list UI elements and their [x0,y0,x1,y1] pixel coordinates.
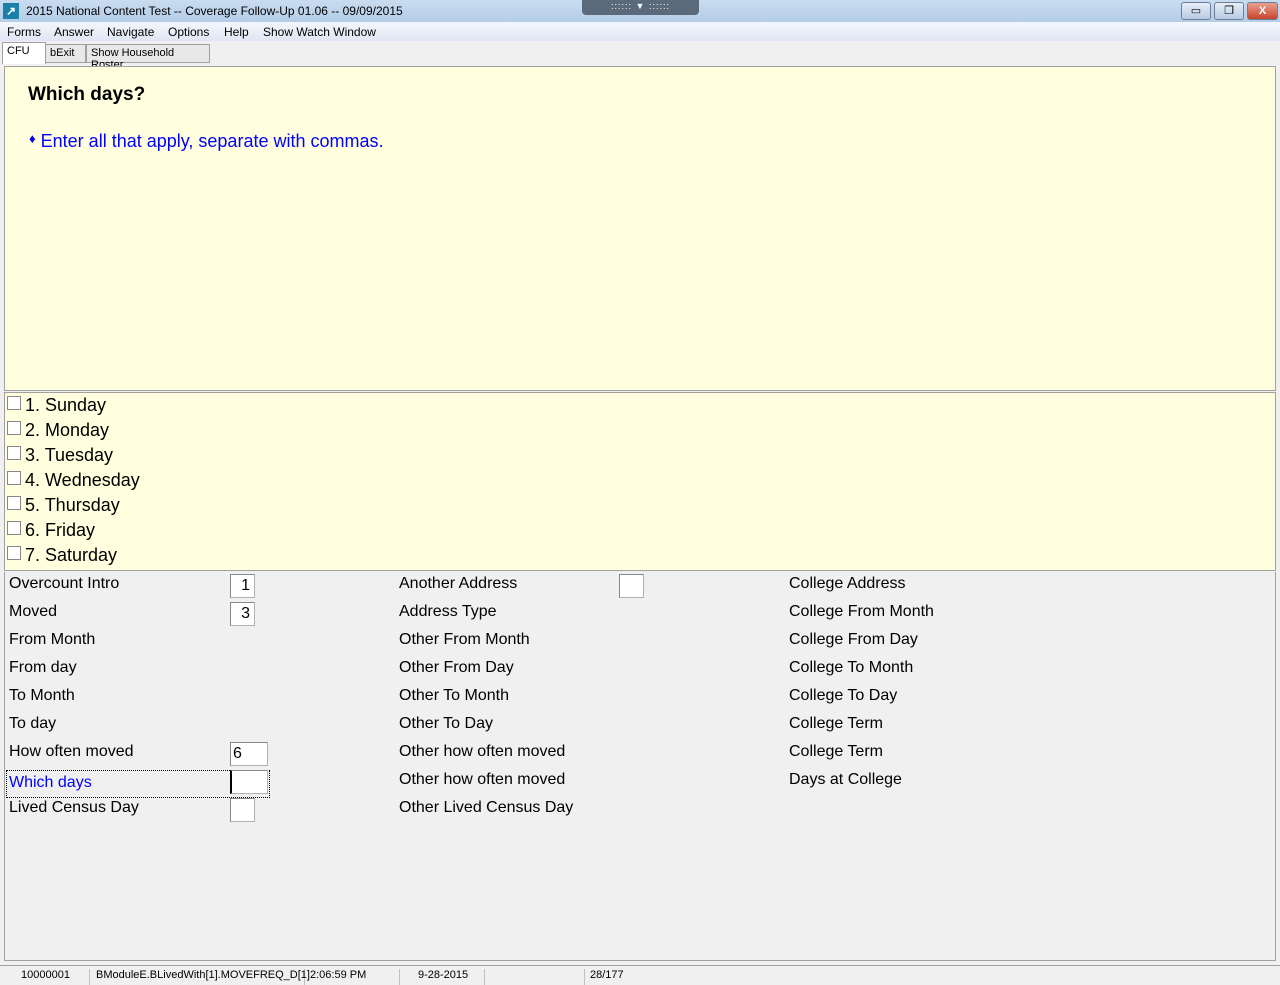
menu-options[interactable]: Options [168,25,209,39]
checkbox[interactable] [7,420,21,435]
field-input[interactable]: 1 [230,574,255,598]
option-label: 7. Saturday [25,545,118,565]
question-panel: Which days? ♦ Enter all that apply, sepa… [4,66,1276,391]
field-label[interactable]: College Term [789,743,883,761]
tab-bexit[interactable]: bExit [45,44,86,63]
field-label[interactable]: From day [9,659,77,677]
field-label[interactable]: Other To Month [399,687,509,705]
menu-bar: Forms Answer Navigate Options Help Show … [0,22,1280,41]
field-label[interactable]: Moved [9,603,57,621]
field-label[interactable]: College To Day [789,687,897,705]
checkbox[interactable] [7,495,21,510]
field-label[interactable]: Other how often moved [399,743,565,761]
status-bar: 10000001 BModuleE.BLivedWith[1].MOVEFREQ… [0,965,1280,985]
tab-bar: CFU bExit Show Household Roster [0,42,1280,71]
menu-forms[interactable]: Forms [7,25,41,39]
option-label: 1. Sunday [25,395,107,415]
menu-answer[interactable]: Answer [54,25,94,39]
field-label[interactable]: Other how often moved [399,771,565,789]
option-label: 4. Wednesday [25,470,140,490]
field-input[interactable] [230,770,268,794]
window-title: 2015 National Content Test -- Coverage F… [26,4,403,18]
option-item[interactable]: 6. Friday [7,518,95,543]
field-label[interactable]: To Month [9,687,75,705]
field-label[interactable]: Other Lived Census Day [399,799,573,817]
option-item[interactable]: 3. Tuesday [7,443,113,468]
title-bar: ↗ 2015 National Content Test -- Coverage… [0,0,1280,22]
close-button[interactable]: X [1247,2,1278,20]
tab-cfu[interactable]: CFU [2,42,46,64]
minimize-button[interactable]: ▭ [1181,2,1211,20]
field-label[interactable]: College Address [789,575,906,593]
field-label[interactable]: To day [9,715,56,733]
field-label[interactable]: Days at College [789,771,902,789]
checkbox[interactable] [7,545,21,560]
restore-button[interactable]: ❐ [1214,2,1244,20]
field-label[interactable]: College To Month [789,659,913,677]
option-item[interactable]: 4. Wednesday [7,468,140,493]
fields-panel: Overcount Intro 1 Moved 3 From Month From day… [4,572,1276,961]
option-label: 2. Monday [25,420,110,440]
tab-show-household-roster[interactable]: Show Household Roster [86,44,210,71]
instruction-text: Enter all that apply, separate with comm… [40,131,384,151]
option-item[interactable]: 2. Monday [7,418,109,443]
field-input[interactable] [230,798,255,822]
field-label[interactable]: Another Address [399,575,517,593]
menu-help[interactable]: Help [224,25,249,39]
option-label: 5. Thursday [25,495,120,515]
field-label[interactable]: College Term [789,715,883,733]
answer-panel: 1. Sunday 2. Monday 3. Tuesday 4. Wednesday… [4,392,1276,571]
field-label[interactable]: Other From Month [399,631,530,649]
option-label: 3. Tuesday [25,445,114,465]
field-label[interactable]: From Month [9,631,95,649]
field-input[interactable] [619,574,644,598]
field-label[interactable]: How often moved [9,743,134,761]
app-icon[interactable]: ↗ [3,3,19,19]
field-label[interactable]: Other To Day [399,715,493,733]
field-label[interactable]: Lived Census Day [9,799,139,817]
field-input[interactable]: 6 [230,742,268,766]
tab-grip-handle[interactable]: :::::: ▼ :::::: [582,0,699,15]
question-title: Which days? [28,84,146,105]
field-label[interactable]: Overcount Intro [9,575,119,593]
option-item[interactable]: 7. Saturday [7,543,117,568]
option-item[interactable]: 1. Sunday [7,393,106,418]
field-input[interactable]: 3 [230,602,255,626]
field-label[interactable]: Other From Day [399,659,514,677]
question-instruction: ♦ Enter all that apply, separate with co… [29,131,383,152]
checkbox[interactable] [7,520,21,535]
checkbox[interactable] [7,470,21,485]
field-label[interactable]: College From Day [789,631,918,649]
diamond-bullet-icon: ♦ [29,131,36,146]
menu-show-watch-window[interactable]: Show Watch Window [263,25,376,39]
field-label[interactable]: College From Month [789,603,934,621]
checkbox[interactable] [7,395,21,410]
checkbox[interactable] [7,445,21,460]
menu-navigate[interactable]: Navigate [107,25,154,39]
option-label: 6. Friday [25,520,96,540]
field-label[interactable]: Address Type [399,603,497,621]
option-item[interactable]: 5. Thursday [7,493,120,518]
